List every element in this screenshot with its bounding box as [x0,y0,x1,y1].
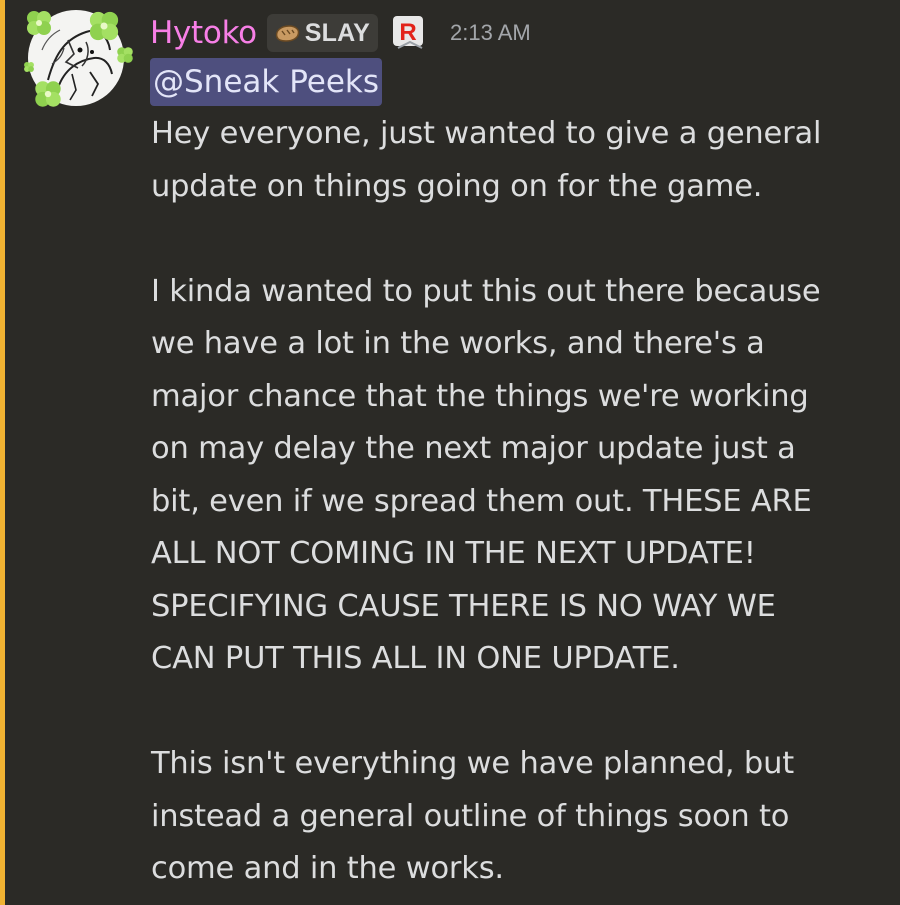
message-line: CAN PUT THIS ALL IN ONE UPDATE. [151,641,680,676]
message-line: we have a lot in the works, and there's … [151,326,765,361]
avatar[interactable] [22,6,133,110]
server-tag-label: SLAY [304,18,370,47]
message-line: ALL NOT COMING IN THE NEXT UPDATE! [151,536,756,571]
message-line: I kinda wanted to put this out there bec… [151,273,821,309]
mention-highlight-bar [0,0,5,905]
clover-decoration-icon [24,62,34,72]
paragraph-break [151,213,871,266]
paragraph-break [151,686,871,739]
message-line: bit, even if we spread them out. THESE A… [151,483,812,519]
message-timestamp: 2:13 AM [449,20,531,45]
clover-decoration-icon [89,11,119,41]
clover-decoration-icon [27,11,51,35]
bread-icon [275,25,300,42]
clover-decoration-icon [35,81,61,107]
message-line: This isn't everything we have planned, b… [151,746,794,781]
message-line: come and in the works. [151,851,504,886]
message-line: Hey everyone, just wanted to give a gene… [151,116,822,151]
role-mention[interactable]: @Sneak Peeks [150,58,383,106]
username[interactable]: Hytoko [150,15,257,51]
message-line: update on things going on for the game. [151,168,763,204]
message-line: on may delay the next major update just … [151,431,796,466]
clover-decoration-icon [117,47,133,63]
message-line: instead a general outline of things soon… [151,798,790,834]
chat-message: Hytoko SLAY R 2:13 AM @Sneak Peeks Hey e… [0,0,900,905]
message-line: SPECIFYING CAUSE THERE IS NO WAY WE [151,588,776,624]
server-tag[interactable]: SLAY [266,14,378,52]
message-line: major chance that the things we're worki… [151,378,809,414]
message-header: Hytoko SLAY R 2:13 AM [150,8,531,58]
roblox-icon[interactable]: R [392,15,428,51]
message-content: Hey everyone, just wanted to give a gene… [151,108,871,896]
